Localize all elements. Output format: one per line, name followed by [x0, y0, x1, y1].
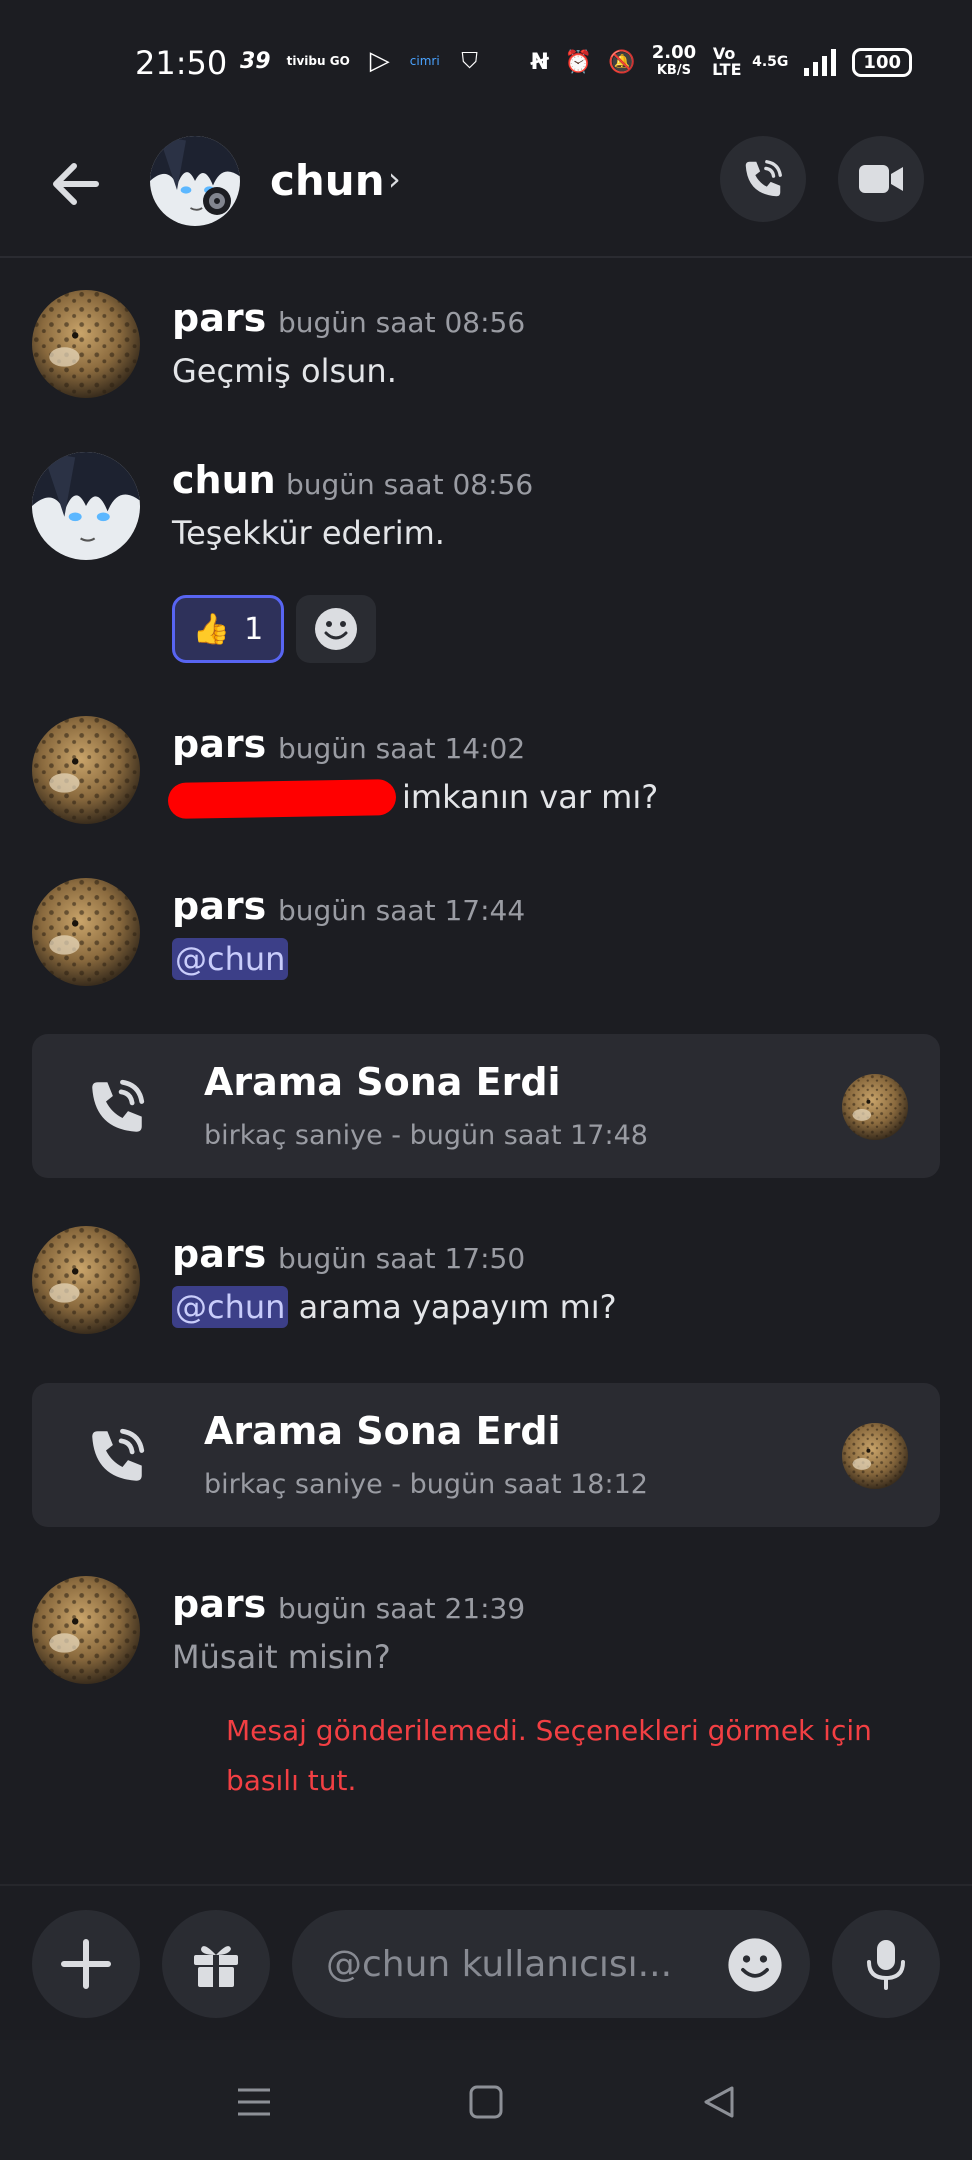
cimri-icon: cimri	[409, 54, 440, 68]
message-author[interactable]: pars	[172, 884, 266, 928]
message-author[interactable]: pars	[172, 722, 266, 766]
message-text-container: imkanın var mı?	[167, 778, 659, 819]
message-composer: @chun kullanıcısı...	[0, 1884, 972, 2042]
chevron-right-icon[interactable]: ›	[388, 160, 401, 198]
message-input-placeholder: @chun kullanıcısı...	[326, 1944, 673, 1985]
video-call-button[interactable]	[838, 136, 924, 222]
vibrate-icon: 🔕	[608, 49, 636, 75]
avatar	[842, 1074, 908, 1140]
reaction-thumbs-up[interactable]: 👍 1	[172, 595, 284, 663]
thumbs-up-icon: 👍	[192, 611, 231, 647]
user-mention[interactable]: @chun	[172, 938, 289, 980]
message-text: Müsait misin?	[172, 1638, 391, 1676]
redacted-text	[167, 779, 397, 819]
voice-message-button[interactable]	[832, 1910, 940, 2018]
call-title: Arama Sona Erdi	[204, 1409, 561, 1453]
message-author[interactable]: pars	[172, 1232, 266, 1276]
avatar[interactable]	[32, 1576, 140, 1684]
gift-button[interactable]	[162, 1910, 270, 2018]
tivibu-go-icon: tivibu GO	[286, 54, 350, 68]
avatar[interactable]	[32, 452, 140, 560]
send-failed-notice[interactable]: Mesaj gönderilemedi. Seçenekleri görmek …	[226, 1706, 906, 1806]
avatar[interactable]	[32, 878, 140, 986]
avatar	[842, 1423, 908, 1489]
message-timestamp: bugün saat 08:56	[286, 468, 534, 501]
reaction-count: 1	[244, 611, 264, 647]
message-author[interactable]: pars	[172, 296, 266, 340]
phone-call-icon	[92, 1428, 145, 1481]
message-text-container: @chun	[172, 938, 289, 980]
notification-icons: 39 tivibu GO ▷ cimri ⛉	[240, 46, 484, 76]
system-icons: Ꞥ ⏰ 🔕 2.00 KB/S Vo LTE 4.5G 100	[530, 44, 912, 80]
call-title: Arama Sona Erdi	[204, 1060, 561, 1104]
message-timestamp: bugün saat 17:44	[278, 894, 526, 927]
phone-call-icon	[92, 1079, 145, 1132]
message-text-container: @chun arama yapayım mı?	[172, 1286, 617, 1328]
call-ended-card[interactable]: Arama Sona Erdi birkaç saniye - bugün sa…	[32, 1034, 940, 1178]
back-icon[interactable]	[698, 2082, 738, 2122]
emoji-icon[interactable]	[726, 1936, 784, 1994]
smiley-icon	[315, 608, 357, 650]
message-timestamp: bugün saat 08:56	[278, 306, 526, 339]
system-navigation-bar	[0, 2040, 972, 2160]
signal-icon	[804, 48, 837, 76]
avatar[interactable]	[32, 716, 140, 824]
microphone-icon	[867, 1940, 905, 1990]
plus-icon	[61, 1939, 111, 1989]
network-type: 4.5G	[752, 54, 789, 70]
phone-call-icon	[745, 160, 782, 197]
message-text: Geçmiş olsun.	[172, 352, 397, 390]
gift-icon	[194, 1946, 238, 1987]
message-author[interactable]: chun	[172, 458, 276, 502]
message-input[interactable]: @chun kullanıcısı...	[292, 1910, 810, 2018]
avatar[interactable]	[150, 136, 240, 226]
nfc-icon: Ꞥ	[530, 49, 549, 75]
message-text: arama yapayım mı?	[288, 1288, 617, 1326]
call-ended-card[interactable]: Arama Sona Erdi birkaç saniye - bugün sa…	[32, 1383, 940, 1527]
video-camera-icon	[859, 165, 903, 193]
message-timestamp: bugün saat 14:02	[278, 732, 526, 765]
user-mention[interactable]: @chun	[172, 1286, 289, 1328]
attach-button[interactable]	[32, 1910, 140, 2018]
volte-icon: Vo LTE	[712, 44, 742, 79]
home-icon[interactable]	[466, 2082, 506, 2122]
menu-icon[interactable]	[234, 2082, 274, 2122]
status-time: 21:50	[135, 44, 228, 82]
message-timestamp: bugün saat 21:39	[278, 1592, 526, 1625]
avatar[interactable]	[32, 1226, 140, 1334]
message-author[interactable]: pars	[172, 1582, 266, 1626]
avatar[interactable]	[32, 290, 140, 398]
battery-icon: 100	[852, 47, 912, 77]
network-speed: 2.00 KB/S	[651, 42, 697, 79]
contact-name[interactable]: chun	[270, 156, 385, 205]
shield-icon: ⛉	[461, 48, 478, 74]
message-text: imkanın var mı?	[402, 778, 659, 816]
back-arrow-icon[interactable]	[46, 154, 106, 214]
alarm-icon: ⏰	[564, 49, 593, 75]
message-text: Teşekkür ederim.	[172, 514, 445, 552]
add-reaction-button[interactable]	[296, 595, 376, 663]
call-subtitle: birkaç saniye - bugün saat 18:12	[204, 1469, 648, 1500]
play-icon: ▷	[369, 46, 390, 76]
offline-status-icon	[203, 187, 231, 215]
voice-call-button[interactable]	[720, 136, 806, 222]
chat-header: chun ›	[0, 130, 972, 258]
status-bar: 21:50 39 tivibu GO ▷ cimri ⛉ Ꞥ ⏰ 🔕 2.00 …	[0, 0, 972, 130]
call-subtitle: birkaç saniye - bugün saat 17:48	[204, 1120, 648, 1151]
39-icon: 39	[240, 48, 271, 74]
message-timestamp: bugün saat 17:50	[278, 1242, 526, 1275]
